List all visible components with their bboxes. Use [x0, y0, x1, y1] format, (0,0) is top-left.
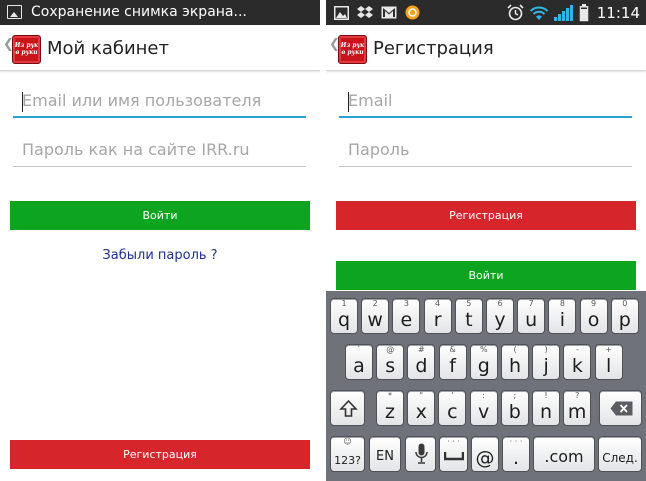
left-screen: Сохранение снимка экрана... ❮ Из рук в р… [0, 0, 320, 481]
symbols-key[interactable]: ☺ 123? [330, 436, 365, 472]
image-icon [7, 5, 22, 19]
backspace-key[interactable] [599, 390, 642, 426]
register-button[interactable]: Регистрация [10, 440, 310, 469]
key-x[interactable]: " x [407, 390, 436, 426]
key-s[interactable]: @ s [376, 344, 405, 380]
action-bar: ❮ Из рук в руки Мой кабинет [0, 25, 320, 71]
key-h[interactable]: (h [501, 344, 529, 380]
microphone-icon [415, 443, 428, 464]
battery-icon [579, 3, 589, 21]
key-r[interactable]: 4r [423, 298, 452, 334]
app-logo[interactable]: Из рук в руки [338, 35, 367, 64]
key-m[interactable]: ? m [563, 390, 592, 426]
app-icon [405, 5, 420, 20]
key-i[interactable]: 8i [548, 298, 577, 334]
key-k[interactable]: -k [563, 344, 592, 380]
app-logo[interactable]: Из рук в руки [12, 35, 41, 64]
wifi-icon [529, 6, 548, 20]
key-a[interactable]: ` a [345, 344, 373, 380]
key-p[interactable]: 0p [610, 298, 639, 334]
login-button[interactable]: Войти [336, 261, 636, 290]
key-y[interactable]: 6y [486, 298, 514, 334]
key-v[interactable]: :v [469, 390, 498, 426]
page-title: Регистрация [373, 38, 494, 59]
backspace-icon [610, 401, 633, 416]
key-w[interactable]: 2w [361, 298, 390, 334]
key-b[interactable]: ; b [500, 390, 529, 426]
key-j[interactable]: ) j [532, 344, 561, 380]
dotcom-key[interactable]: .com [533, 436, 595, 472]
key-e[interactable]: 3e [392, 298, 421, 334]
dot-key[interactable]: · · · . [502, 436, 530, 472]
status-bar: 11:14 [326, 0, 646, 25]
space-icon [444, 452, 464, 461]
status-notification-text: Сохранение снимка экрана... [31, 4, 247, 20]
password-field[interactable] [339, 133, 632, 167]
language-key[interactable]: EN [369, 436, 401, 472]
shift-key[interactable] [330, 390, 365, 426]
signal-icon [553, 5, 573, 21]
action-bar: ❮ Из рук в руки Регистрация [326, 25, 646, 71]
key-g[interactable]: % g [469, 344, 498, 380]
image-icon [334, 5, 349, 20]
at-key[interactable]: @ [471, 436, 499, 472]
voice-input-key[interactable] [405, 436, 436, 472]
key-u[interactable]: 7u [517, 298, 546, 334]
key-d[interactable]: # d [407, 344, 436, 380]
login-button[interactable]: Войти [10, 201, 310, 230]
key-f[interactable]: & f [438, 344, 467, 380]
key-q[interactable]: 1q [330, 298, 358, 334]
register-button[interactable]: Регистрация [336, 201, 636, 230]
login-field[interactable] [13, 84, 306, 118]
right-screen: 11:14 ❮ Из рук в руки Регистрация Регист… [326, 0, 646, 481]
key-o[interactable]: 9o [579, 298, 608, 334]
on-screen-keyboard: ☺ 123? EN · · · @ · · · . .com След. 1 q… [326, 291, 646, 481]
key-c[interactable]: ' c [438, 390, 467, 426]
page-title: Мой кабинет [47, 38, 169, 59]
key-t[interactable]: 5t [454, 298, 483, 334]
password-field[interactable] [13, 133, 306, 167]
text-caret [22, 92, 23, 112]
text-caret [348, 92, 349, 112]
key-z[interactable]: * z [376, 390, 404, 426]
alarm-icon [507, 4, 524, 21]
dropbox-icon [357, 5, 373, 18]
key-l[interactable]: + l [594, 344, 623, 380]
gmail-icon [381, 6, 397, 19]
status-time: 11:14 [596, 3, 640, 22]
key-n[interactable]: ! n [532, 390, 560, 426]
next-key[interactable]: След. [598, 436, 642, 472]
space-key[interactable]: · · · [439, 436, 468, 472]
status-bar: Сохранение снимка экрана... [0, 0, 320, 25]
forgot-password-link[interactable]: Забыли пароль ? [0, 248, 320, 263]
email-field[interactable] [339, 84, 632, 118]
shift-icon [339, 399, 358, 417]
